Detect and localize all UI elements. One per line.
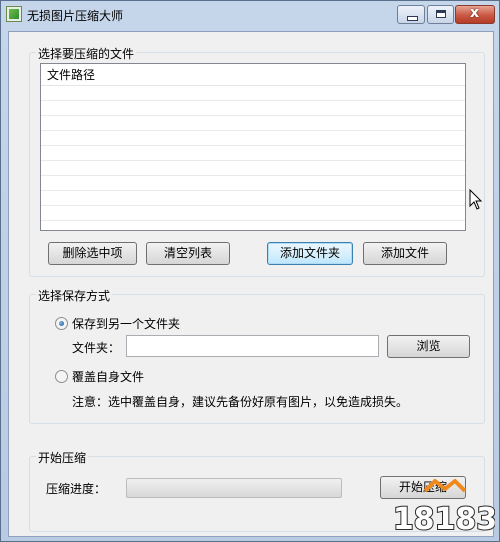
list-grid-line bbox=[41, 221, 465, 230]
overwrite-note: 注意：选中覆盖自身，建议先备份好原有图片，以免造成损失。 bbox=[72, 395, 409, 409]
mouse-cursor-icon bbox=[469, 189, 483, 210]
watermark-logo: 18183 bbox=[395, 479, 495, 538]
watermark-text: 18183 bbox=[395, 502, 495, 537]
list-grid-line bbox=[41, 206, 465, 221]
list-grid-line bbox=[41, 161, 465, 176]
list-grid-line bbox=[41, 146, 465, 161]
maximize-icon bbox=[436, 10, 446, 18]
minimize-button[interactable] bbox=[397, 5, 425, 24]
list-grid-line bbox=[41, 116, 465, 131]
add-file-button[interactable]: 添加文件 bbox=[363, 242, 447, 265]
app-icon bbox=[6, 6, 22, 22]
browse-button[interactable]: 浏览 bbox=[387, 335, 470, 358]
app-window: 无损图片压缩大师 x 选择要压缩的文件 文件路径 删除选中项 清空列表 添加文件… bbox=[0, 0, 500, 542]
select-files-group-title: 选择要压缩的文件 bbox=[36, 45, 137, 62]
list-grid-line bbox=[41, 176, 465, 191]
save-mode-group: 选择保存方式 保存到另一个文件夹 文件夹： 浏览 覆盖自身文件 注意：选中覆盖自… bbox=[29, 287, 485, 424]
close-button[interactable]: x bbox=[455, 5, 495, 24]
list-grid-line bbox=[41, 101, 465, 116]
maximize-button[interactable] bbox=[427, 5, 454, 24]
close-icon: x bbox=[470, 5, 480, 21]
title-bar: 无损图片压缩大师 x bbox=[1, 1, 499, 31]
window-title: 无损图片压缩大师 bbox=[27, 9, 124, 23]
select-files-group: 选择要压缩的文件 文件路径 删除选中项 清空列表 添加文件夹 添加文件 bbox=[29, 45, 485, 277]
remove-selected-button[interactable]: 删除选中项 bbox=[48, 242, 137, 265]
list-grid-line bbox=[41, 86, 465, 101]
folder-label: 文件夹： bbox=[72, 341, 121, 355]
start-group-title: 开始压缩 bbox=[36, 449, 89, 466]
client-area: 选择要压缩的文件 文件路径 删除选中项 清空列表 添加文件夹 添加文件 选择保存… bbox=[8, 31, 494, 537]
file-list[interactable]: 文件路径 bbox=[40, 63, 466, 231]
list-grid-line bbox=[41, 131, 465, 146]
progress-label: 压缩进度： bbox=[46, 482, 107, 496]
overwrite-radio[interactable] bbox=[55, 370, 68, 383]
overwrite-label[interactable]: 覆盖自身文件 bbox=[72, 368, 144, 385]
save-mode-group-title: 选择保存方式 bbox=[36, 287, 113, 304]
add-folder-button[interactable]: 添加文件夹 bbox=[267, 242, 353, 265]
file-list-rows bbox=[41, 86, 465, 230]
save-to-other-folder-label[interactable]: 保存到另一个文件夹 bbox=[72, 315, 180, 332]
save-to-other-folder-radio[interactable] bbox=[55, 317, 68, 330]
clear-list-button[interactable]: 清空列表 bbox=[146, 242, 230, 265]
compress-progress-bar bbox=[126, 478, 342, 498]
list-grid-line bbox=[41, 191, 465, 206]
minimize-icon bbox=[407, 16, 418, 21]
file-path-column-header[interactable]: 文件路径 bbox=[41, 64, 465, 86]
folder-path-input[interactable] bbox=[126, 335, 379, 357]
